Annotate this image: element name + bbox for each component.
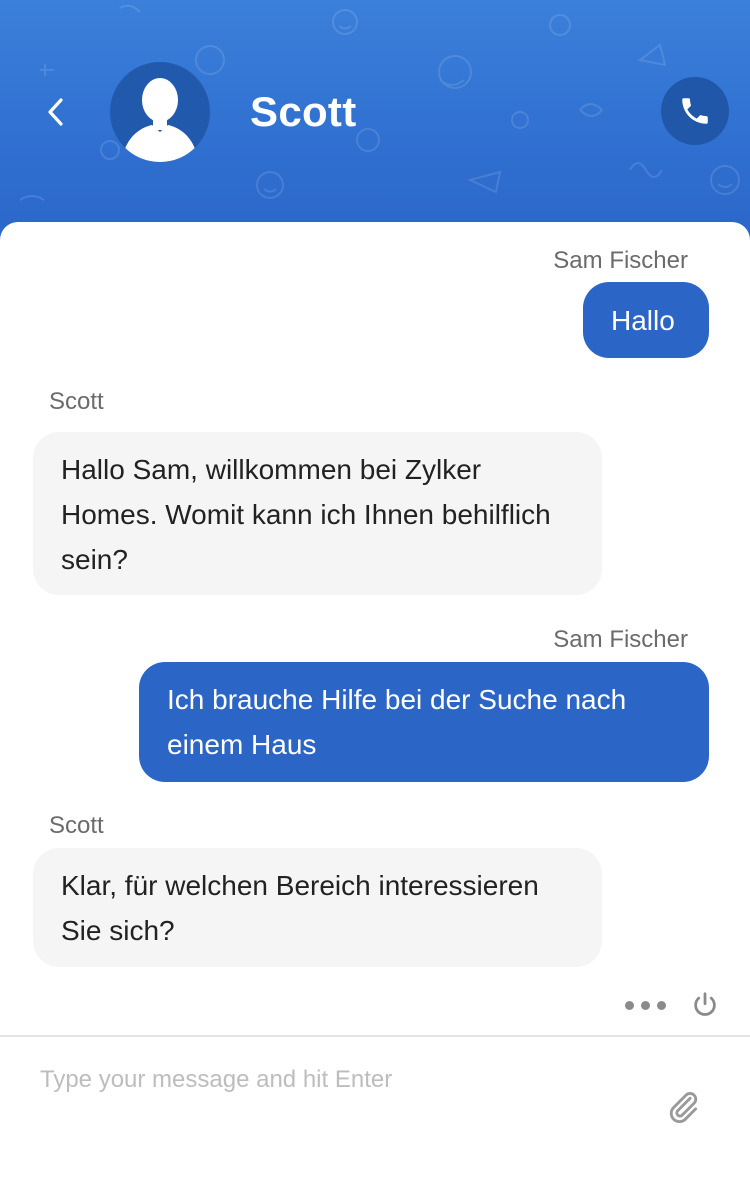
avatar [110,62,210,162]
message-sender: Scott [49,812,104,839]
message-sender: Sam Fischer [553,626,688,653]
message-bubble-outgoing: Hallo [583,282,709,358]
back-button[interactable] [36,90,76,134]
message-input[interactable] [40,1058,640,1102]
more-dots-icon[interactable] [625,1000,666,1010]
message-sender: Scott [49,388,104,415]
message-sender: Sam Fischer [553,247,688,274]
contact-name: Scott [250,88,357,135]
chat-header: Scott [0,0,750,250]
chat-actions [625,990,720,1020]
composer-divider [0,1035,750,1037]
message-bubble-incoming: Hallo Sam, willkommen bei Zylker Homes. … [33,432,602,595]
chevron-left-icon [48,98,63,126]
paperclip-icon[interactable] [664,1088,702,1126]
phone-icon [682,98,708,124]
call-button[interactable] [661,77,729,145]
power-icon[interactable] [690,990,720,1020]
message-bubble-outgoing: Ich brauche Hilfe bei der Suche nach ein… [139,662,709,782]
message-bubble-incoming: Klar, für welchen Bereich interessieren … [33,848,602,967]
person-silhouette-icon [122,78,198,162]
